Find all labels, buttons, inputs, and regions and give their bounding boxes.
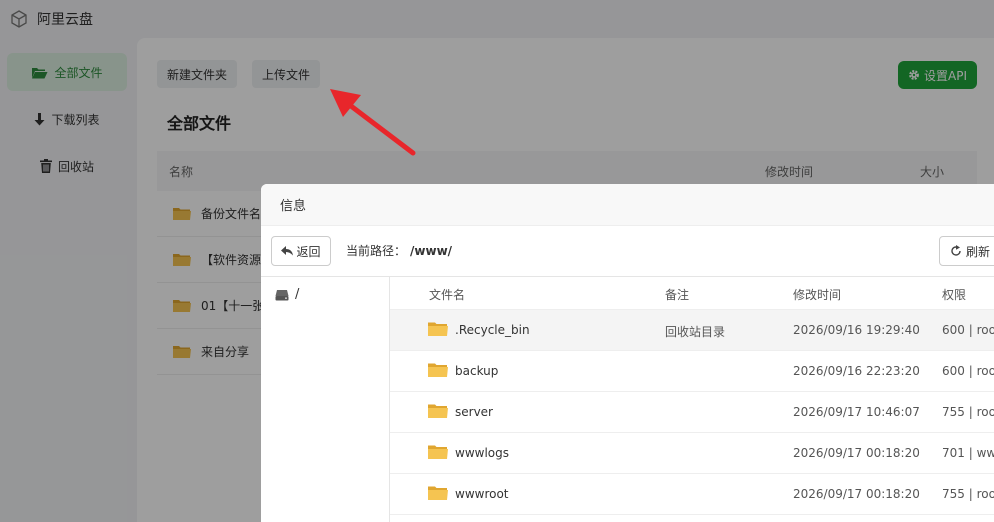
tree-root-item[interactable]: /	[275, 287, 299, 302]
back-button-label: 返回	[296, 244, 321, 259]
row-permission: 755 | roo	[942, 405, 994, 419]
directory-tree: /	[261, 276, 390, 522]
red-arrow-annotation-icon	[330, 89, 416, 156]
file-table-header: 文件名 备注 修改时间 权限	[390, 277, 994, 310]
row-modified: 2026/09/16 22:23:20	[793, 364, 920, 378]
row-filename: .Recycle_bin	[455, 323, 530, 337]
dialog-title: 信息	[261, 184, 994, 226]
row-permission: 600 | roo	[942, 364, 994, 378]
hard-drive-icon	[275, 289, 289, 301]
refresh-button-label: 刷新	[966, 244, 991, 259]
column-permission: 权限	[942, 288, 967, 302]
back-button[interactable]: 返回	[271, 236, 331, 266]
row-filename: backup	[455, 364, 499, 378]
dialog-toolbar: 返回 当前路径：/www/ 刷新	[261, 226, 994, 276]
row-filename: wwwlogs	[455, 446, 509, 460]
table-row[interactable]: .Recycle_bin 回收站目录 2026/09/16 19:29:40 6…	[390, 310, 994, 351]
folder-icon	[428, 486, 448, 500]
file-picker-dialog: 信息 返回 当前路径：/www/ 刷新 / 文件名 备注 修改时间 权限 .Re…	[261, 184, 994, 522]
row-permission: 755 | roo	[942, 487, 994, 501]
row-filename: server	[455, 405, 493, 419]
table-row[interactable]: backup 2026/09/16 22:23:20 600 | roo	[390, 351, 994, 392]
folder-icon	[428, 404, 448, 418]
table-row[interactable]: wwwroot 2026/09/17 00:18:20 755 | roo	[390, 474, 994, 515]
refresh-button[interactable]: 刷新	[939, 236, 994, 266]
file-table: 文件名 备注 修改时间 权限 .Recycle_bin 回收站目录 2026/0…	[390, 276, 994, 522]
folder-icon	[428, 322, 448, 336]
row-modified: 2026/09/16 19:29:40	[793, 323, 920, 337]
row-note: 回收站目录	[665, 325, 726, 339]
row-permission: 701 | www	[942, 446, 994, 460]
column-note: 备注	[665, 288, 690, 302]
path-label: 当前路径：	[346, 244, 407, 258]
row-modified: 2026/09/17 00:18:20	[793, 487, 920, 501]
tree-root-label: /	[295, 287, 300, 302]
back-arrow-icon	[281, 246, 294, 256]
column-modified: 修改时间	[793, 288, 842, 302]
folder-icon	[428, 445, 448, 459]
row-permission: 600 | roo	[942, 323, 994, 337]
current-path: 当前路径：/www/	[346, 242, 452, 259]
refresh-icon	[950, 245, 962, 257]
column-filename: 文件名	[429, 288, 466, 302]
table-row[interactable]: server 2026/09/17 10:46:07 755 | roo	[390, 392, 994, 433]
path-value: /www/	[410, 244, 453, 258]
row-filename: wwwroot	[455, 487, 509, 501]
row-modified: 2026/09/17 00:18:20	[793, 446, 920, 460]
table-row[interactable]: wwwlogs 2026/09/17 00:18:20 701 | www	[390, 433, 994, 474]
folder-icon	[428, 363, 448, 377]
row-modified: 2026/09/17 10:46:07	[793, 405, 920, 419]
